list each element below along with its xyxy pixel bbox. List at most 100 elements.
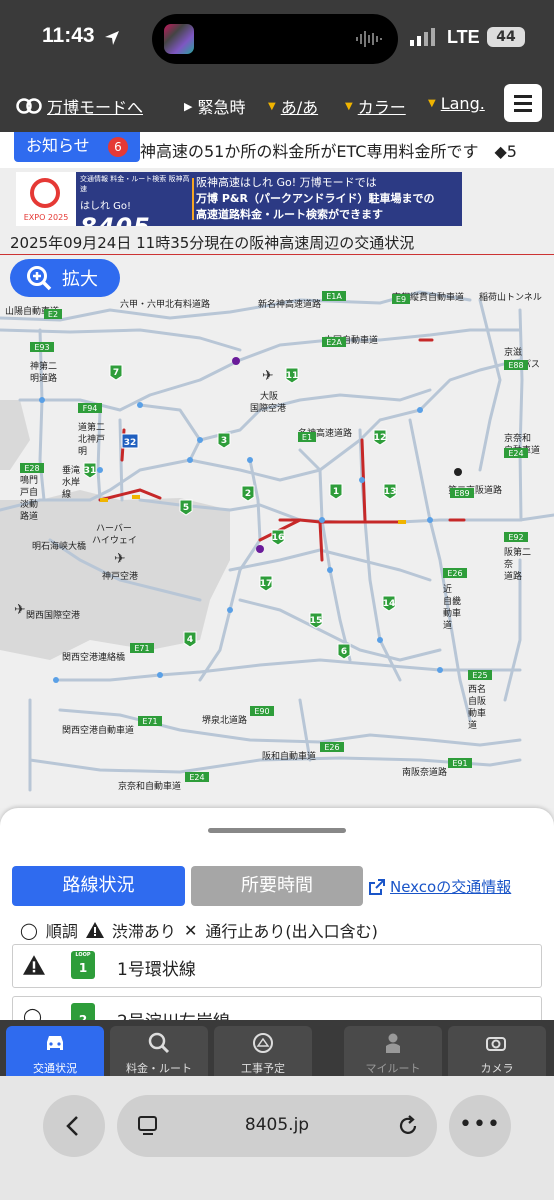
triangle-right-icon: ▶ [184, 99, 193, 113]
route-1-badge: LOOP 1 [71, 951, 95, 979]
svg-text:E90: E90 [254, 707, 269, 716]
expressway-code: E91 [448, 758, 472, 768]
svg-text:E9: E9 [396, 295, 406, 304]
expressway-code: E90 [250, 706, 274, 716]
route-number-badge[interactable]: 7 [109, 364, 123, 381]
address-bar[interactable]: 8405.jp [117, 1095, 437, 1157]
svg-text:16: 16 [272, 533, 285, 543]
tab-fare-route[interactable]: 料金・ルート [110, 1026, 208, 1076]
traffic-timestamp: 2025年09月24日 11時35分現在の阪神高速周辺の交通状況 [10, 234, 415, 252]
car-icon [47, 1036, 63, 1050]
svg-text:E1A: E1A [326, 292, 342, 301]
hamburger-menu-button[interactable] [504, 84, 542, 122]
route-number-badge[interactable]: 32 [121, 433, 139, 449]
toggle-icon [16, 98, 42, 114]
expressway-code: E71 [130, 643, 154, 653]
tab-route-status[interactable]: 路線状況 [12, 866, 185, 906]
svg-text:1: 1 [333, 487, 339, 497]
ticker-message: 神高速の51か所の料金所がETC専用料金所です ◆5 [140, 142, 517, 161]
map-label: 奈 [504, 558, 513, 570]
svg-text:2: 2 [245, 489, 251, 499]
tab-camera[interactable]: カメラ [448, 1026, 546, 1076]
svg-text:7: 7 [113, 368, 119, 378]
expo-mode-link[interactable]: 万博モードへ [16, 94, 143, 118]
expressway-code: E89 [450, 488, 474, 498]
route-row-2[interactable]: ◯ 2 2号淀川左岸線 [12, 996, 542, 1020]
map-label: 関西国際空港 [26, 609, 80, 621]
cross-icon: ✕ [183, 920, 198, 940]
notice-button[interactable]: お知らせ 6 [14, 132, 140, 162]
map-label: 戸自 [20, 486, 38, 498]
sheet-drag-handle[interactable] [208, 828, 346, 833]
expo-mode-banner[interactable]: EXPO 2025 交通情報 料金・ルート検索 阪神高速 はしれ Go! 840… [16, 172, 462, 226]
tab-traffic[interactable]: 交通状況 [6, 1026, 104, 1076]
route-number-badge[interactable]: 4 [183, 631, 197, 648]
route-number-badge[interactable]: 2 [241, 485, 255, 502]
route-number-badge[interactable]: 11 [285, 367, 299, 384]
reload-icon[interactable] [397, 1115, 419, 1137]
svg-text:E1: E1 [302, 433, 312, 442]
svg-text:13: 13 [384, 487, 397, 497]
tab-travel-time[interactable]: 所要時間 [191, 866, 363, 906]
location-arrow-icon [105, 31, 119, 45]
clock: 11:43 [42, 24, 95, 47]
svg-text:E28: E28 [24, 464, 39, 473]
expressway-code: E25 [468, 670, 492, 680]
route-number-badge[interactable]: 15 [309, 612, 323, 629]
svg-text:E25: E25 [472, 671, 487, 680]
kana-toggle[interactable]: ▼ あ/あ [268, 94, 318, 118]
route-number-badge[interactable]: 17 [259, 575, 273, 592]
map-label: 自阪 [468, 695, 486, 707]
expressway-code: E1 [298, 432, 316, 442]
user-icon [386, 1033, 400, 1053]
map-label: 稲荷山トンネル [479, 291, 542, 303]
traffic-map[interactable]: 山陽自動車道六甲・六甲北有料道路 新名神高速道路京都縦貫自動車道 稲荷山トンネル中国… [0, 256, 554, 808]
map-label: 近 [443, 583, 452, 595]
svg-text:E24: E24 [189, 773, 204, 782]
map-label: 西名 [468, 683, 486, 695]
svg-text:5: 5 [183, 503, 189, 513]
map-label: 明 [78, 446, 87, 457]
route-number-badge[interactable]: 3 [217, 432, 231, 449]
warning-icon [85, 922, 104, 938]
route-number-badge[interactable]: 1 [329, 483, 343, 500]
svg-text:E2: E2 [48, 310, 58, 319]
tab-my-route[interactable]: マイルート [344, 1026, 442, 1076]
tab-construction[interactable]: 工事予定 [214, 1026, 312, 1076]
route-number-badge[interactable]: 12 [373, 429, 387, 446]
map-label: 京滋 [504, 346, 522, 358]
route-number-badge[interactable]: 31 [83, 462, 97, 479]
ellipsis-icon: ••• [459, 1112, 501, 1137]
chevron-left-icon [66, 1116, 78, 1136]
emergency-link[interactable]: ▶ 緊急時 [184, 94, 245, 118]
airport-icon: ✈ [114, 551, 126, 567]
map-label: 道路 [504, 570, 522, 582]
map-label: 鳴門 [20, 474, 38, 486]
svg-text:E26: E26 [324, 743, 339, 752]
svg-text:E24: E24 [508, 449, 523, 458]
route-number-badge[interactable]: 5 [179, 499, 193, 516]
svg-text:E88: E88 [508, 361, 523, 370]
expressway-code: E92 [504, 532, 528, 542]
svg-text:E2A: E2A [326, 338, 342, 347]
construction-icon [253, 1033, 273, 1053]
expressway-code: E26 [443, 568, 467, 578]
route-row-1[interactable]: LOOP 1 1号環状線 [12, 944, 542, 988]
route-number-badge[interactable]: 6 [337, 643, 351, 660]
back-button[interactable] [43, 1095, 105, 1157]
zoom-button[interactable]: 拡大 [10, 259, 120, 297]
route-2-badge: 2 [71, 1003, 95, 1020]
more-button[interactable]: ••• [449, 1095, 511, 1157]
route-number-badge[interactable]: 13 [383, 483, 397, 500]
divider [0, 254, 554, 255]
language-toggle[interactable]: ▼ Lang. [428, 94, 485, 113]
route-number-badge[interactable]: 16 [271, 529, 285, 546]
map-label: 自畿 [443, 595, 461, 607]
map-label: 南阪奈道路 [402, 766, 447, 778]
expressway-code: E24 [504, 448, 528, 458]
route-number-badge[interactable]: 14 [382, 595, 396, 612]
color-toggle[interactable]: ▼ カラー [345, 94, 406, 118]
nexco-link[interactable]: Nexcoの交通情報 [369, 876, 511, 897]
svg-text:4: 4 [187, 635, 193, 645]
map-label: 新名神高速道路 [258, 298, 321, 310]
